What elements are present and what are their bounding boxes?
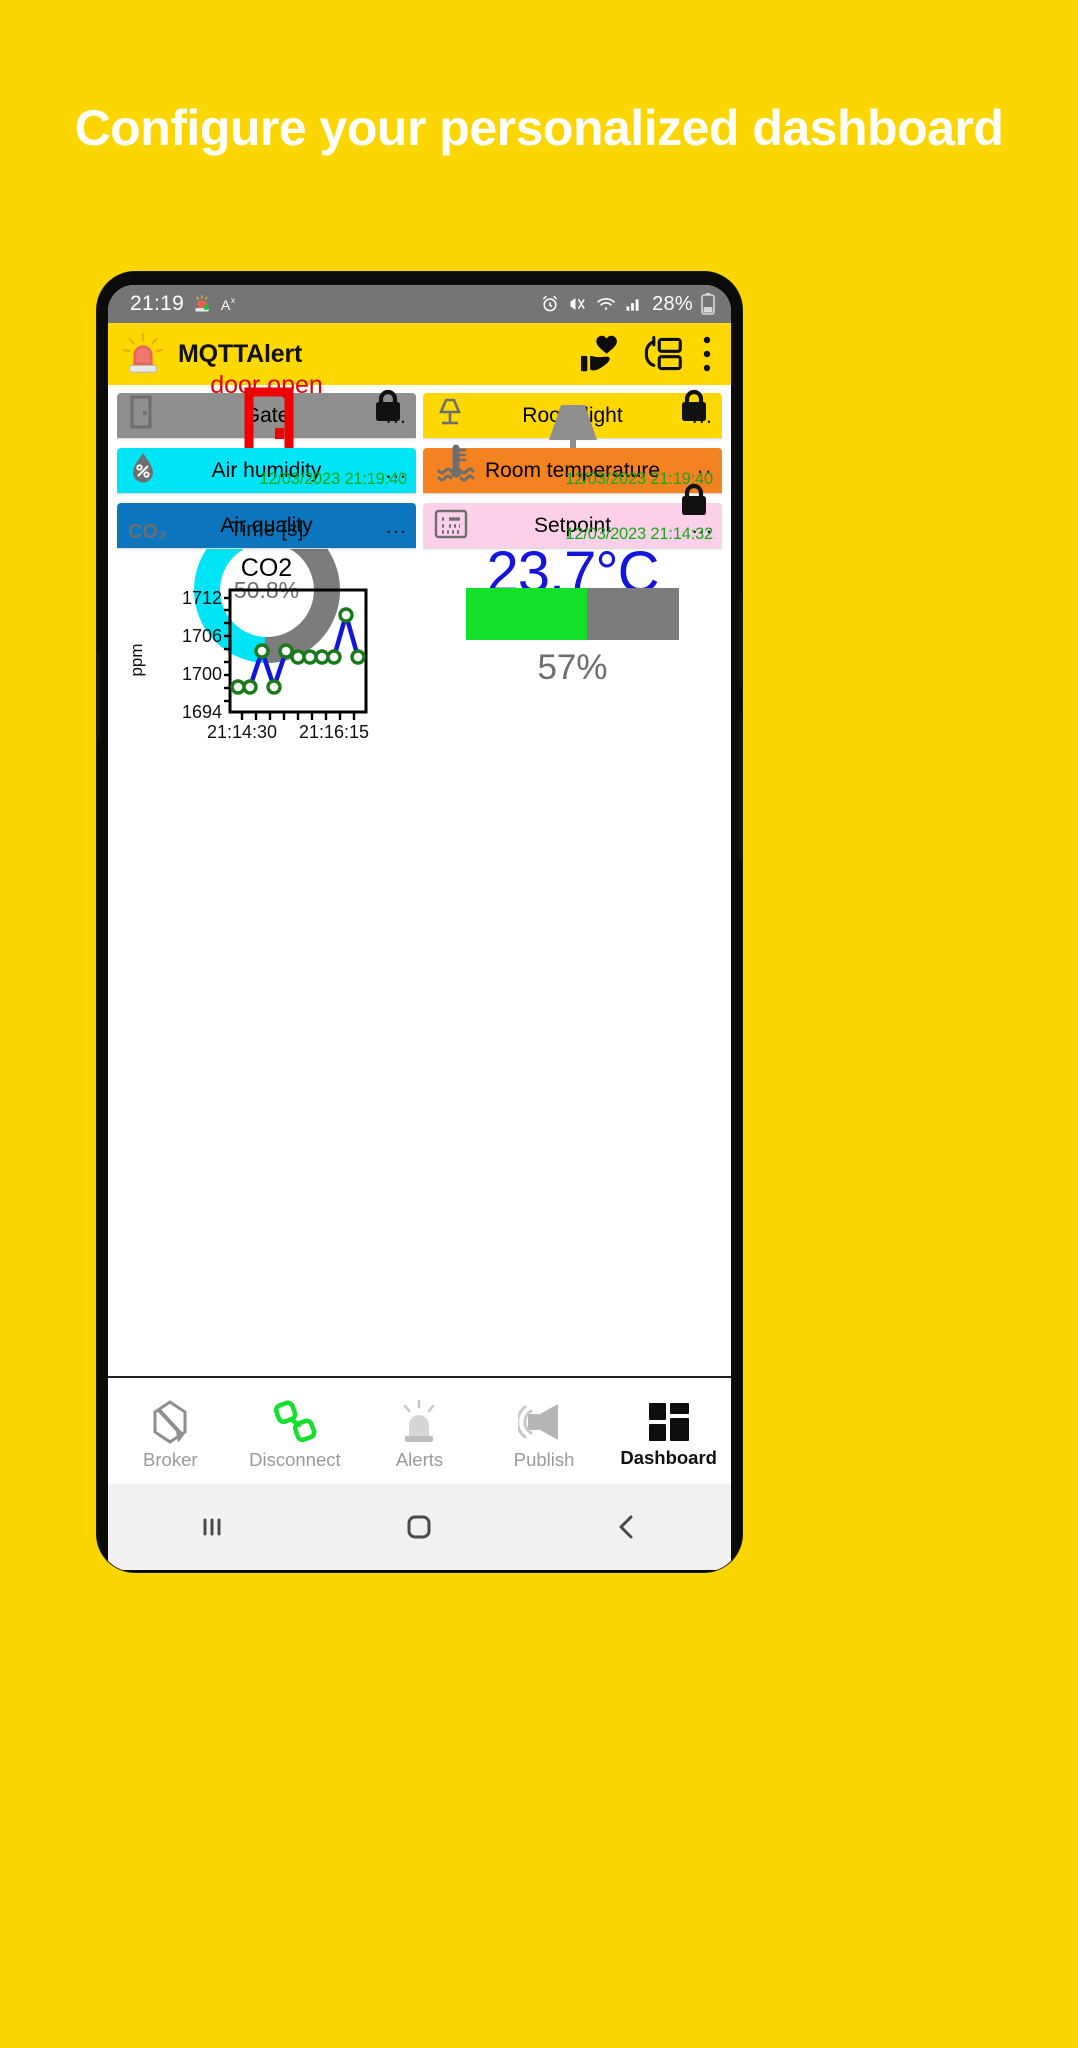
chain-link-icon [269,1398,321,1446]
nav-label: Publish [513,1448,575,1470]
nav-item-alerts[interactable]: Alerts [357,1392,482,1471]
card-body[interactable]: door open [117,371,416,481]
wifi-icon [596,294,616,314]
chart-ytick: 1700 [182,664,222,684]
setpoint-progress-bar[interactable] [466,588,679,640]
svg-text:A: A [221,298,231,314]
lock-icon[interactable] [679,482,709,518]
bixby-button [739,712,742,862]
nav-item-dashboard[interactable]: Dashboard [606,1394,731,1469]
nav-label: Alerts [395,1448,444,1470]
alarm-icon [540,294,560,314]
co2-line-chart: ppm 1712 1706 1700 1694 21:14:30 21:16:1… [127,588,369,742]
chart-ytick: 1706 [182,626,222,646]
slider-list-icon [434,508,468,540]
status-time: 21:19 [130,292,185,315]
dashboard-grid: Gate ... door open [108,371,731,1290]
lamp-small-icon [434,394,466,430]
nav-label: Dashboard [620,1446,717,1468]
megaphone-icon [516,1398,570,1446]
svg-text:x: x [231,295,236,305]
vibrate-icon [568,294,588,314]
setpoint-value: 57% [537,648,608,687]
power-button [739,592,742,688]
widget-card-gate[interactable]: Gate ... door open [117,371,416,481]
timestamp: 12/03/2023 21:19:40 [259,470,407,488]
co2-icon: CO₂ [128,521,167,543]
volume-button [97,652,100,742]
card-body[interactable]: CO2 ppm 1712 1706 1700 1694 21:14:30 21:… [117,518,416,742]
phone-screen: 21:19 A x 28% MQTTAlert Gate door open R… [108,285,731,1570]
card-body[interactable]: 57% 12/03/2023 21:14:32 [423,483,722,687]
chart-ylabel: ppm [127,643,146,676]
nav-label: Disconnect [249,1448,341,1470]
grid-squares-icon [646,1400,692,1444]
status-bar: 21:19 A x 28% [108,285,731,323]
card-body[interactable] [423,389,722,472]
door-small-icon [128,394,154,430]
timestamp: 12/03/2023 21:14:32 [565,525,713,543]
chart-ytick: 1694 [182,702,222,722]
bottom-navigation: Broker Disconnect Alerts Publish Dashboa… [108,1376,731,1484]
nav-label: Broker [143,1448,198,1470]
chart-xtick: 21:16:15 [299,722,369,742]
battery-percent: 28% [652,292,693,315]
nav-item-disconnect[interactable]: Disconnect [233,1392,358,1471]
card-body[interactable]: 50.8% 12/03/2023 21:19:40 [117,453,416,663]
lock-icon[interactable] [373,388,403,424]
phone-frame: 21:19 A x 28% MQTTAlert Gate door open R… [97,272,742,1572]
chart-xtick: 21:14:30 [207,722,277,742]
card-body[interactable]: 23.7°C 12/03/2023 21:19:40 [423,444,722,605]
home-icon[interactable] [402,1510,436,1544]
page-title: Configure your personalized dashboard [74,100,1004,156]
font-size-icon: A x [220,294,240,314]
refresh-list-icon[interactable] [641,335,683,373]
overflow-menu-icon[interactable] [701,335,713,373]
widget-card-air-humidity[interactable]: Air humidity ... 50.8% 12/03/2023 21:19:… [117,448,416,663]
widget-card-room-light[interactable]: Room light ... [423,389,722,472]
siren-notification-icon [192,294,212,314]
nav-item-publish[interactable]: Publish [482,1392,607,1471]
setpoint-progress-fill [466,588,588,640]
widget-card-room-temperature[interactable]: Room temperature ·· 23.7°C 12/03/2023 21… [423,444,722,605]
system-navigation-bar [108,1484,731,1570]
recents-icon[interactable] [195,1510,229,1544]
chart-ytick: 1712 [182,588,222,608]
donate-hand-heart-icon[interactable] [579,334,623,374]
lock-icon[interactable] [679,388,709,424]
siren-alert-icon [394,1398,444,1446]
chart-title: CO2 [240,554,293,582]
humidity-drop-icon [128,451,158,485]
broker-antenna-icon [144,1398,196,1446]
nav-item-broker[interactable]: Broker [108,1392,233,1471]
back-icon[interactable] [610,1510,644,1544]
app-title: MQTTAlert [178,339,303,368]
widget-card-setpoint[interactable]: Setpoint ... 57% 12/03/2023 21:14:32 [423,483,722,687]
battery-icon [701,293,715,315]
thermometer-icon [434,443,478,485]
gate-status-text: door open [210,371,323,399]
signal-icon [624,294,644,314]
widget-card-air-quality[interactable]: Air quality ... CO2 ppm 1712 1706 1700 1… [117,503,416,742]
